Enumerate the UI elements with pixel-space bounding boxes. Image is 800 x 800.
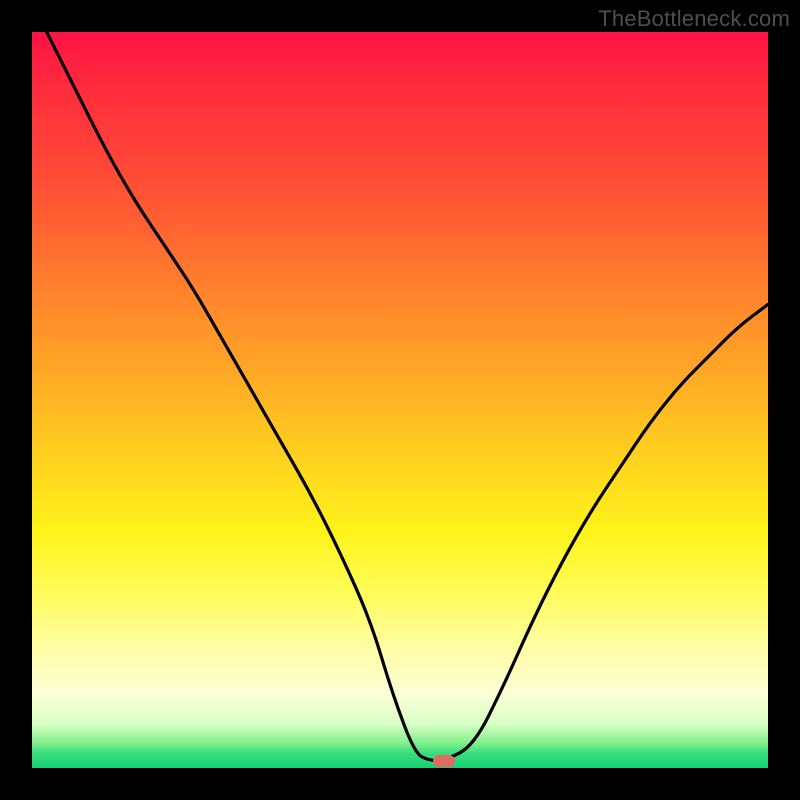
curve-path — [47, 32, 768, 761]
chart-frame: TheBottleneck.com — [0, 0, 800, 800]
watermark-text: TheBottleneck.com — [598, 6, 790, 32]
plot-area — [32, 32, 768, 768]
optimal-marker — [433, 755, 455, 767]
bottleneck-curve — [32, 32, 768, 768]
